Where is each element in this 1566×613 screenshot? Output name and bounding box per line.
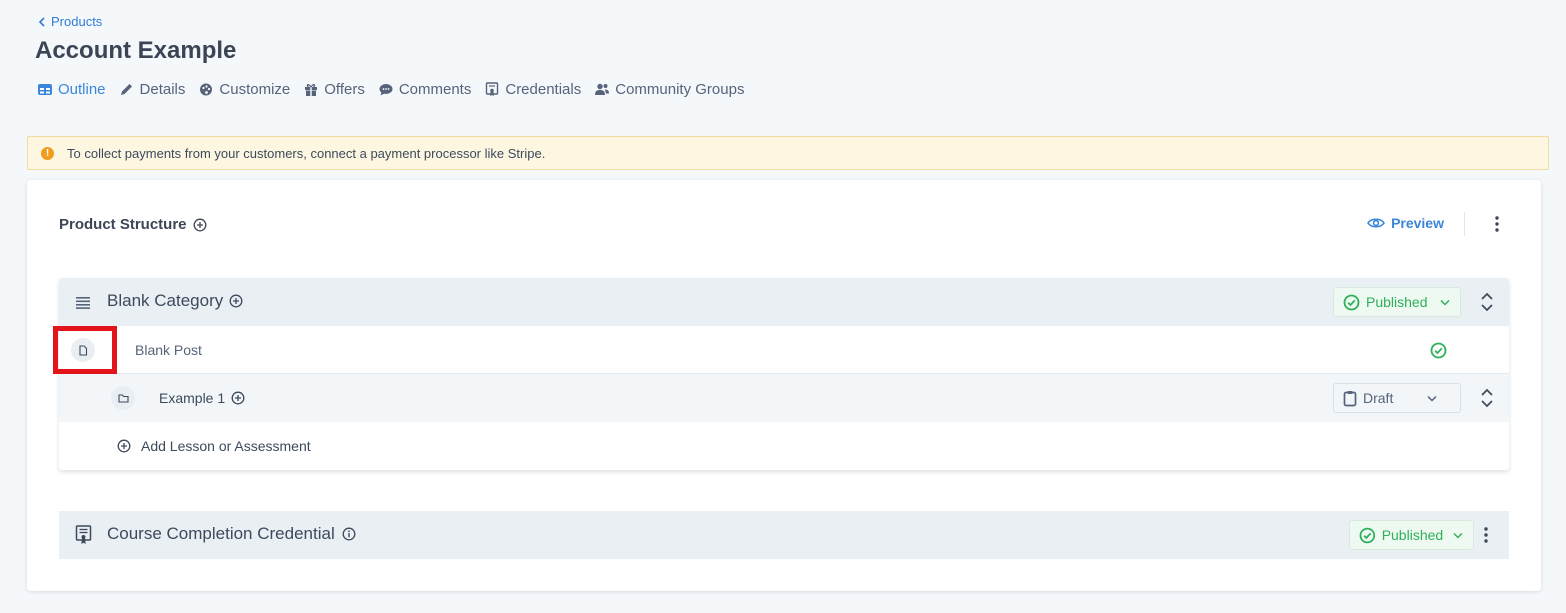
- tab-label: Customize: [219, 80, 291, 98]
- certificate-icon: [75, 525, 92, 544]
- folder-icon[interactable]: [111, 386, 135, 410]
- warning-icon: !: [41, 146, 54, 160]
- add-lesson-row: Add Lesson or Assessment: [59, 422, 1509, 470]
- add-lesson-label: Add Lesson or Assessment: [141, 438, 311, 454]
- tab-bar: Outline Details Customize Offers Comment…: [37, 78, 757, 100]
- clipboard-icon: [1343, 390, 1357, 406]
- chevron-down-icon: [1439, 299, 1450, 306]
- highlight-box: [53, 326, 117, 374]
- product-structure-title: Product Structure: [59, 216, 187, 233]
- add-circle-icon: [117, 439, 131, 453]
- pencil-icon: [120, 83, 132, 95]
- tab-details[interactable]: Details: [119, 80, 186, 98]
- breadcrumb-label: Products: [51, 14, 103, 29]
- tab-label: Comments: [398, 80, 472, 98]
- eye-icon: [1367, 218, 1385, 228]
- collapse-expand-icon[interactable]: [1479, 387, 1495, 409]
- add-circle-icon[interactable]: [231, 391, 245, 405]
- post-row: Blank Post: [53, 326, 1509, 374]
- kebab-icon[interactable]: [1484, 527, 1488, 543]
- check-circle-icon: [1343, 294, 1360, 310]
- palette-icon: [200, 83, 213, 95]
- drag-handle-icon[interactable]: [75, 295, 91, 309]
- kebab-icon: [1495, 216, 1499, 232]
- certificate-icon: [486, 81, 499, 96]
- comment-icon: [379, 83, 393, 95]
- category-title-text: Blank Category: [107, 291, 224, 310]
- add-circle-icon[interactable]: [229, 294, 243, 308]
- tab-credentials[interactable]: Credentials: [484, 81, 581, 98]
- alert-text: To collect payments from your customers,…: [67, 145, 546, 161]
- tab-comments[interactable]: Comments: [378, 80, 472, 98]
- gift-icon: [305, 83, 318, 96]
- tab-community-groups[interactable]: Community Groups: [594, 81, 744, 98]
- subcategory-title[interactable]: Example 1: [159, 390, 245, 406]
- product-structure-heading: Product Structure: [59, 216, 207, 233]
- breadcrumb[interactable]: Products: [38, 14, 102, 29]
- table-icon: [38, 83, 52, 95]
- tab-label: Offers: [324, 80, 365, 98]
- tab-offers[interactable]: Offers: [303, 81, 365, 98]
- post-title[interactable]: Blank Post: [135, 342, 202, 358]
- info-icon[interactable]: [342, 527, 356, 541]
- category-status-dropdown[interactable]: Published: [1333, 287, 1461, 317]
- chevron-left-icon: [38, 16, 45, 27]
- credential-title-text: Course Completion Credential: [107, 524, 335, 543]
- credential-title[interactable]: Course Completion Credential: [107, 524, 356, 544]
- category-title[interactable]: Blank Category: [107, 291, 243, 311]
- tab-label: Details: [139, 80, 186, 98]
- product-structure-card: Product Structure Preview Blank Category…: [27, 180, 1541, 591]
- published-check-icon: [1430, 342, 1447, 359]
- chevron-down-icon: [1427, 395, 1437, 402]
- tab-label: Outline: [58, 80, 106, 98]
- check-circle-icon: [1359, 527, 1376, 543]
- category-row: Blank Category Published: [59, 278, 1509, 326]
- users-icon: [595, 83, 610, 95]
- subcategory-row: Example 1 Draft: [59, 374, 1509, 422]
- page-title: Account Example: [35, 37, 237, 64]
- status-label: Draft: [1363, 390, 1394, 406]
- tab-label: Credentials: [505, 80, 582, 98]
- status-label: Published: [1366, 294, 1428, 310]
- divider: [1464, 212, 1465, 236]
- preview-button[interactable]: Preview: [1367, 215, 1444, 231]
- tab-customize[interactable]: Customize: [198, 81, 290, 98]
- tab-label: Community Groups: [615, 80, 745, 98]
- status-label: Published: [1381, 527, 1444, 543]
- payment-alert: ! To collect payments from your customer…: [27, 136, 1549, 170]
- add-lesson-button[interactable]: Add Lesson or Assessment: [117, 438, 311, 454]
- tab-outline[interactable]: Outline: [37, 81, 106, 98]
- more-options-button[interactable]: [1483, 214, 1511, 234]
- chevron-down-icon: [1453, 532, 1463, 539]
- preview-label: Preview: [1391, 215, 1444, 231]
- credential-row: Course Completion Credential Published: [59, 511, 1509, 559]
- add-circle-icon[interactable]: [193, 218, 207, 232]
- subcategory-title-text: Example 1: [159, 390, 226, 406]
- category-section: Blank Category Published Blank Post Exam…: [53, 278, 1509, 470]
- subcategory-status-dropdown[interactable]: Draft: [1333, 383, 1461, 413]
- collapse-expand-icon[interactable]: [1479, 291, 1495, 313]
- credential-status-dropdown[interactable]: Published: [1349, 520, 1474, 550]
